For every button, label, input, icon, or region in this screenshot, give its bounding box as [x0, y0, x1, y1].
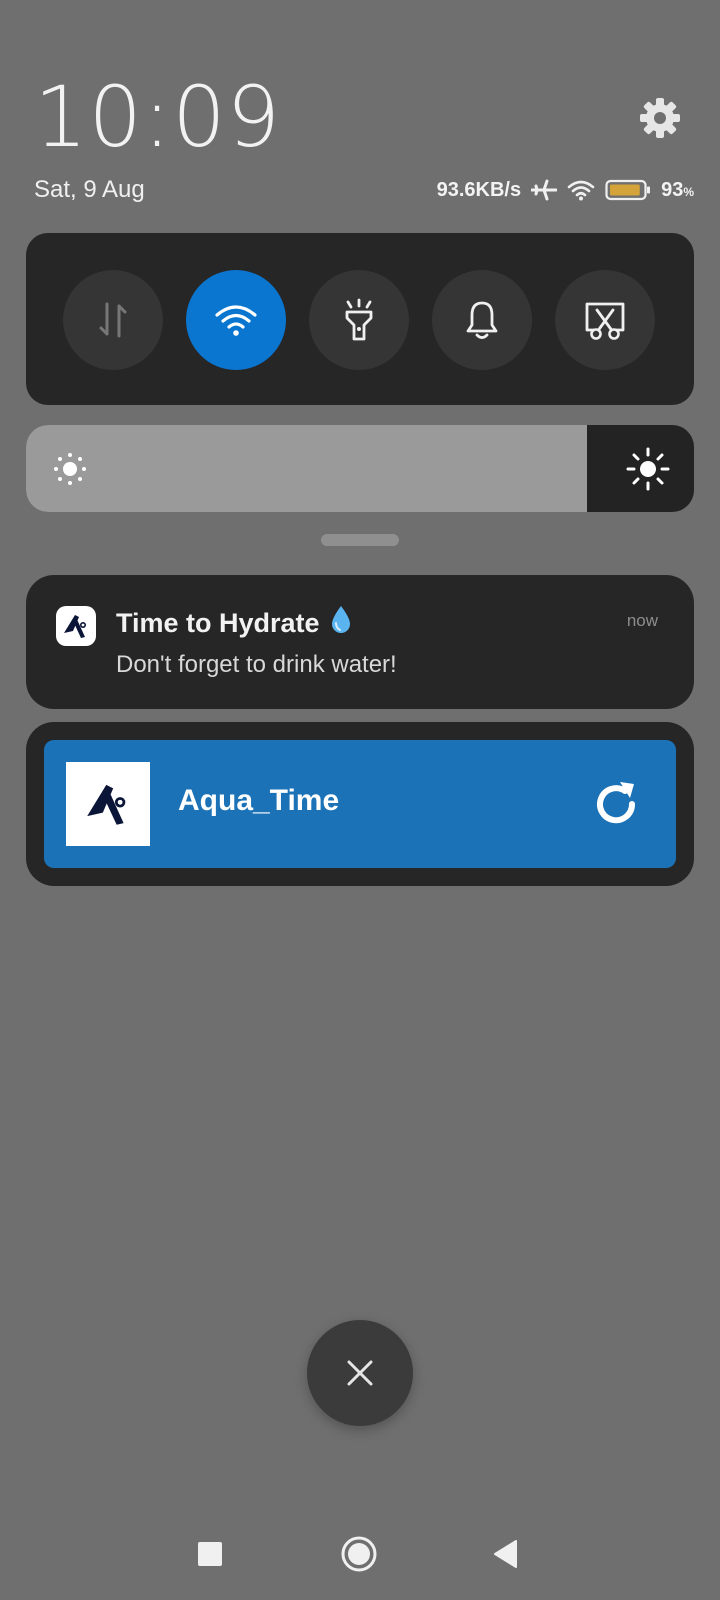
notification-body: Don't forget to drink water!: [116, 651, 397, 678]
battery-icon: [605, 179, 651, 201]
brightness-level-fill: [26, 425, 588, 512]
recents-button[interactable]: [188, 1532, 232, 1576]
settings-gear-icon[interactable]: [636, 94, 684, 142]
clear-notifications-button[interactable]: [307, 1320, 413, 1426]
aqua-time-widget[interactable]: Aqua_Time: [44, 740, 676, 868]
date-label: Sat, 9 Aug: [34, 176, 145, 203]
aqua-time-logo-icon: [66, 762, 150, 846]
brightness-high-icon: [626, 447, 670, 491]
home-button[interactable]: [337, 1532, 381, 1576]
water-drop-icon: [330, 605, 352, 642]
refresh-icon[interactable]: [590, 778, 642, 830]
mobile-data-icon: [99, 302, 127, 338]
quick-toggles-panel: [26, 233, 694, 405]
notification-title: Time to Hydrate: [116, 605, 352, 642]
hydrate-notification[interactable]: Time to Hydrate now Don't forget to drin…: [26, 575, 694, 709]
brightness-slider[interactable]: [26, 425, 694, 512]
airplane-icon: [531, 179, 558, 201]
mobile-data-toggle[interactable]: [63, 270, 163, 370]
flashlight-icon: [345, 298, 373, 341]
recents-square-icon: [198, 1542, 222, 1566]
wifi-toggle[interactable]: [186, 270, 286, 370]
flashlight-toggle[interactable]: [309, 270, 409, 370]
battery-percentage: 93%: [661, 178, 694, 201]
bell-icon: [466, 301, 498, 339]
wifi-icon: [567, 179, 595, 201]
aqua-time-widget-card: Aqua_Time: [26, 722, 694, 886]
screenshot-scissors-icon: [585, 302, 625, 340]
wifi-toggle-icon: [215, 305, 257, 336]
close-icon: [347, 1360, 373, 1386]
brightness-low-icon: [54, 453, 86, 485]
sound-toggle[interactable]: [432, 270, 532, 370]
network-speed: 93.6KB/s: [436, 178, 522, 201]
app-logo-icon: [56, 606, 96, 646]
panel-drag-handle[interactable]: [321, 534, 399, 546]
status-bar: 93.6KB/s 93%: [437, 176, 694, 204]
home-circle-icon: [341, 1536, 377, 1572]
screenshot-toggle[interactable]: [555, 270, 655, 370]
notification-time: now: [626, 611, 658, 630]
back-triangle-icon: [494, 1540, 517, 1568]
widget-app-name: Aqua_Time: [178, 784, 340, 817]
clock-time: 10:09: [34, 68, 282, 166]
back-button[interactable]: [484, 1532, 528, 1576]
